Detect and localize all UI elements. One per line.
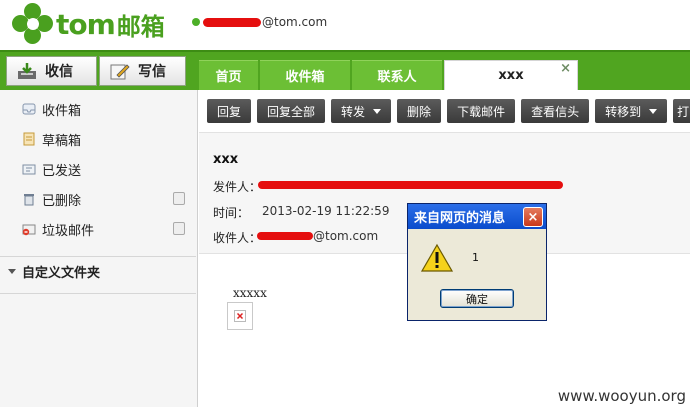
sidebar-item-inbox-label: 收件箱 xyxy=(42,103,82,119)
tab-message[interactable]: xxx × xyxy=(444,60,578,90)
receive-mail-label: 收信 xyxy=(45,64,73,80)
tab-home-label: 首页 xyxy=(215,70,242,85)
mail-commands: 收信 写信 xyxy=(6,56,186,86)
brand-name: tom xyxy=(56,7,116,41)
alert-dialog-title-text: 来自网页的消息 xyxy=(414,211,506,226)
nav-tabs: 首页 收件箱 联系人 xxx × xyxy=(199,60,580,90)
sidebar-item-sent[interactable]: 已发送 xyxy=(0,155,198,183)
message-body-text: xxxxx xyxy=(233,286,267,300)
tab-home[interactable]: 首页 xyxy=(199,60,258,90)
drafts-icon xyxy=(23,132,35,146)
view-headers-button[interactable]: 查看信头 xyxy=(521,99,590,123)
move-to-button[interactable]: 转移到 xyxy=(595,99,668,123)
tom-mail-window: tom 邮箱 @tom.com 收信 写信 首页 收件箱 联系人 xxx × 收… xyxy=(0,0,690,407)
message-subject: xxx xyxy=(213,152,239,167)
time-value: 2013-02-19 11:22:59 xyxy=(262,204,390,218)
empty-spam-icon[interactable] xyxy=(173,222,185,235)
print-label: 打 xyxy=(677,104,690,119)
sent-icon xyxy=(22,164,36,175)
online-status-icon xyxy=(192,18,200,26)
compose-label: 写信 xyxy=(138,64,166,80)
broken-image xyxy=(227,302,253,330)
download-mail-button[interactable]: 下载邮件 xyxy=(447,99,516,123)
forward-label: 转发 xyxy=(341,104,366,119)
sidebar-divider xyxy=(0,293,196,294)
compose-pencil-icon xyxy=(110,64,130,80)
watermark: www.wooyun.org xyxy=(557,387,686,405)
tab-contacts-label: 联系人 xyxy=(377,70,417,85)
download-mail-label: 下载邮件 xyxy=(457,104,506,119)
spam-icon xyxy=(22,224,36,236)
clover-logo-icon xyxy=(12,3,54,45)
custom-folders-toggle[interactable]: 自定义文件夹 xyxy=(8,262,100,281)
tab-inbox-label: 收件箱 xyxy=(285,70,325,85)
print-button[interactable]: 打 xyxy=(673,99,690,123)
reply-label: 回复 xyxy=(217,104,242,119)
time-label: 时间： xyxy=(213,206,250,220)
inbox-tray-icon xyxy=(18,63,36,79)
compose-button[interactable]: 写信 xyxy=(99,56,186,86)
tab-contacts[interactable]: 联系人 xyxy=(352,60,442,90)
close-tab-icon[interactable]: × xyxy=(560,61,571,76)
redacted-username xyxy=(203,17,261,27)
sidebar-item-drafts-label: 草稿箱 xyxy=(42,133,82,149)
broken-image-icon xyxy=(234,310,246,322)
sidebar-item-sent-label: 已发送 xyxy=(42,163,82,179)
inbox-icon xyxy=(22,103,36,115)
redacted-sender xyxy=(258,181,563,189)
reply-button[interactable]: 回复 xyxy=(207,99,252,123)
from-label: 发件人： xyxy=(213,180,262,194)
alert-dialog: 来自网页的消息 × 1 确定 xyxy=(407,203,547,321)
close-icon[interactable]: × xyxy=(523,207,543,227)
sidebar-item-spam-label: 垃圾邮件 xyxy=(42,223,95,239)
tom-mail-logo[interactable]: tom 邮箱 xyxy=(12,2,165,46)
alert-message: 1 xyxy=(472,251,479,264)
collapse-triangle-icon xyxy=(8,269,16,274)
forward-button[interactable]: 转发 xyxy=(331,99,392,123)
sidebar-item-inbox[interactable]: 收件箱 xyxy=(0,95,198,123)
delete-button[interactable]: 删除 xyxy=(397,99,442,123)
tab-message-label: xxx xyxy=(498,68,524,83)
empty-trash-icon[interactable] xyxy=(173,192,185,205)
receive-mail-button[interactable]: 收信 xyxy=(6,56,97,86)
sidebar-item-spam[interactable]: 垃圾邮件 xyxy=(0,215,198,243)
redacted-recipient xyxy=(257,232,313,240)
chevron-down-icon xyxy=(649,108,658,114)
view-headers-label: 查看信头 xyxy=(531,104,580,119)
to-email-suffix: @tom.com xyxy=(313,229,379,243)
reply-all-label: 回复全部 xyxy=(267,104,316,119)
brand-mail-label: 邮箱 xyxy=(116,12,165,41)
account-email: @tom.com xyxy=(192,15,327,29)
folder-sidebar: 收件箱 草稿箱 已发送 已删除 垃圾邮件 自定义文件夹 xyxy=(0,90,198,407)
sidebar-divider xyxy=(0,256,196,257)
chevron-down-icon xyxy=(373,108,382,114)
account-email-suffix: @tom.com xyxy=(262,15,328,29)
sidebar-item-deleted-label: 已删除 xyxy=(42,193,82,209)
sidebar-item-drafts[interactable]: 草稿箱 xyxy=(0,125,198,153)
reply-all-button[interactable]: 回复全部 xyxy=(257,99,326,123)
ok-button-label: 确定 xyxy=(466,292,488,306)
move-to-label: 转移到 xyxy=(605,104,642,119)
message-toolbar: 回复 回复全部 转发 删除 下载邮件 查看信头 转移到 打 xyxy=(207,99,690,123)
ok-button[interactable]: 确定 xyxy=(440,289,514,308)
delete-label: 删除 xyxy=(407,104,432,119)
custom-folders-label: 自定义文件夹 xyxy=(22,266,101,281)
tab-inbox[interactable]: 收件箱 xyxy=(260,60,350,90)
to-label: 收件人： xyxy=(213,231,262,245)
deleted-icon xyxy=(24,194,34,206)
sidebar-item-deleted[interactable]: 已删除 xyxy=(0,185,198,213)
warning-icon xyxy=(421,243,453,272)
